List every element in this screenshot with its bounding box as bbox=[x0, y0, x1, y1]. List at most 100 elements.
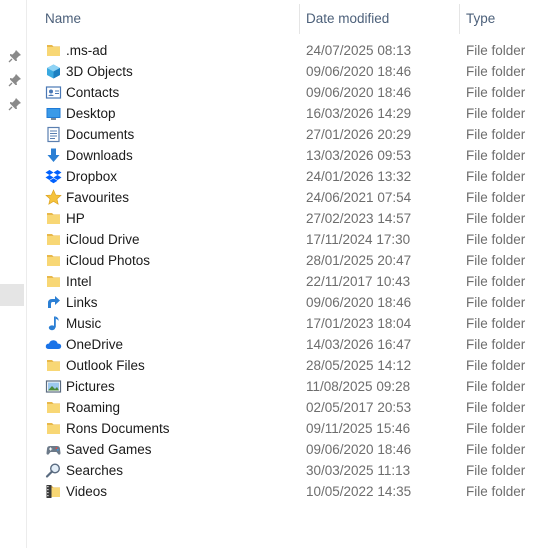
date-modified: 09/06/2020 18:46 bbox=[306, 85, 412, 100]
file-type: File folder bbox=[466, 400, 526, 415]
file-row[interactable]: Rons Documents 09/11/2025 15:46 File folde… bbox=[38, 418, 541, 439]
date-modified: 27/02/2023 14:57 bbox=[306, 211, 412, 226]
file-row[interactable]: Dropbox 24/01/2026 13:32 File folder bbox=[38, 166, 541, 187]
file-type: File folder bbox=[466, 337, 526, 352]
file-type: File folder bbox=[466, 316, 526, 331]
file-row[interactable]: Outlook Files 28/05/2025 14:12 File folder bbox=[38, 355, 541, 376]
file-row[interactable]: Desktop 16/03/2026 14:29 File folder bbox=[38, 103, 541, 124]
date-modified: 09/11/2025 15:46 bbox=[306, 421, 411, 436]
file-type: File folder bbox=[466, 127, 526, 142]
file-row[interactable]: Favourites 24/06/2021 07:54 File folder bbox=[38, 187, 541, 208]
onedrive-icon bbox=[45, 336, 62, 353]
column-divider[interactable] bbox=[459, 4, 460, 34]
desktop-icon bbox=[45, 105, 62, 122]
column-header-type[interactable]: Type bbox=[466, 11, 495, 26]
file-row[interactable]: iCloud Drive 17/11/2024 17:30 File folder bbox=[38, 229, 541, 250]
file-row[interactable]: .ms-ad 24/07/2025 08:13 File folder bbox=[38, 40, 541, 61]
column-header-date-modified[interactable]: Date modified bbox=[306, 11, 389, 26]
file-type: File folder bbox=[466, 211, 526, 226]
file-type: File folder bbox=[466, 148, 526, 163]
file-type: File folder bbox=[466, 253, 526, 268]
file-row[interactable]: Saved Games 09/06/2020 18:46 File folder bbox=[38, 439, 541, 460]
file-row[interactable]: Videos 10/05/2022 14:35 File folder bbox=[38, 481, 541, 502]
file-row[interactable]: 3D Objects 09/06/2020 18:46 File folder bbox=[38, 61, 541, 82]
file-name: Pictures bbox=[66, 379, 115, 394]
file-name: Documents bbox=[66, 127, 135, 142]
folder-icon bbox=[45, 273, 62, 290]
file-name: Links bbox=[66, 295, 98, 310]
file-row[interactable]: iCloud Photos 28/01/2025 20:47 File folder bbox=[38, 250, 541, 271]
search-icon bbox=[45, 462, 62, 479]
date-modified: 09/06/2020 18:46 bbox=[306, 442, 412, 457]
file-row[interactable]: Intel 22/11/2017 10:43 File folder bbox=[38, 271, 541, 292]
date-modified: 22/11/2017 10:43 bbox=[306, 274, 411, 289]
date-modified: 28/01/2025 20:47 bbox=[306, 253, 412, 268]
file-row[interactable]: Pictures 11/08/2025 09:28 File folder bbox=[38, 376, 541, 397]
file-row[interactable]: Downloads 13/03/2026 09:53 File folder bbox=[38, 145, 541, 166]
folder-icon bbox=[45, 399, 62, 416]
file-type: File folder bbox=[466, 379, 526, 394]
music-icon bbox=[45, 315, 62, 332]
file-name: Intel bbox=[66, 274, 92, 289]
date-modified: 11/08/2025 09:28 bbox=[306, 379, 411, 394]
file-name: Music bbox=[66, 316, 102, 331]
date-modified: 09/06/2020 18:46 bbox=[306, 64, 412, 79]
file-name: .ms-ad bbox=[66, 43, 108, 58]
file-type: File folder bbox=[466, 295, 526, 310]
column-divider[interactable] bbox=[299, 4, 300, 34]
pin-icon[interactable] bbox=[8, 49, 22, 63]
file-row[interactable]: HP 27/02/2023 14:57 File folder bbox=[38, 208, 541, 229]
file-name: iCloud Photos bbox=[66, 253, 151, 268]
file-name: HP bbox=[66, 211, 85, 226]
file-row[interactable]: Links 09/06/2020 18:46 File folder bbox=[38, 292, 541, 313]
file-name: Roaming bbox=[66, 400, 121, 415]
date-modified: 14/03/2026 16:47 bbox=[306, 337, 412, 352]
file-name: Contacts bbox=[66, 85, 120, 100]
dropbox-icon bbox=[45, 168, 62, 185]
date-modified: 17/11/2024 17:30 bbox=[306, 232, 411, 247]
folder-icon bbox=[45, 42, 62, 59]
date-modified: 24/06/2021 07:54 bbox=[306, 190, 412, 205]
date-modified: 09/06/2020 18:46 bbox=[306, 295, 412, 310]
folder-icon bbox=[45, 231, 62, 248]
file-type: File folder bbox=[466, 274, 526, 289]
navigation-pane-strip bbox=[0, 0, 27, 548]
file-name: Favourites bbox=[66, 190, 130, 205]
date-modified: 13/03/2026 09:53 bbox=[306, 148, 412, 163]
pin-icon[interactable] bbox=[8, 73, 22, 87]
file-list: .ms-ad 24/07/2025 08:13 File folder 3D Obje… bbox=[38, 40, 541, 502]
file-name: Dropbox bbox=[66, 169, 118, 184]
pictures-icon bbox=[45, 378, 62, 395]
documents-icon bbox=[45, 126, 62, 143]
file-row[interactable]: Music 17/01/2023 18:04 File folder bbox=[38, 313, 541, 334]
file-type: File folder bbox=[466, 106, 526, 121]
file-row[interactable]: Contacts 09/06/2020 18:46 File folder bbox=[38, 82, 541, 103]
file-type: File folder bbox=[466, 64, 526, 79]
file-name: Videos bbox=[66, 484, 108, 499]
file-type: File folder bbox=[466, 442, 526, 457]
file-row[interactable]: Roaming 02/05/2017 20:53 File folder bbox=[38, 397, 541, 418]
file-type: File folder bbox=[466, 463, 526, 478]
file-row[interactable]: Searches 30/03/2025 11:13 File folder bbox=[38, 460, 541, 481]
file-name: 3D Objects bbox=[66, 64, 133, 79]
column-header-name[interactable]: Name bbox=[45, 11, 81, 26]
file-name: Outlook Files bbox=[66, 358, 145, 373]
file-type: File folder bbox=[466, 232, 526, 247]
file-type: File folder bbox=[466, 85, 526, 100]
date-modified: 02/05/2017 20:53 bbox=[306, 400, 412, 415]
folder-icon bbox=[45, 252, 62, 269]
pin-icon[interactable] bbox=[8, 97, 22, 111]
file-name: iCloud Drive bbox=[66, 232, 140, 247]
date-modified: 30/03/2025 11:13 bbox=[306, 463, 411, 478]
date-modified: 27/01/2026 20:29 bbox=[306, 127, 412, 142]
3d-objects-icon bbox=[45, 63, 62, 80]
navigation-pane-selection[interactable] bbox=[0, 284, 24, 306]
videos-icon bbox=[45, 483, 62, 500]
file-type: File folder bbox=[466, 358, 526, 373]
file-row[interactable]: OneDrive 14/03/2026 16:47 File folder bbox=[38, 334, 541, 355]
downloads-icon bbox=[45, 147, 62, 164]
folder-icon bbox=[45, 420, 62, 437]
saved-games-icon bbox=[45, 441, 62, 458]
file-row[interactable]: Documents 27/01/2026 20:29 File folder bbox=[38, 124, 541, 145]
date-modified: 17/01/2023 18:04 bbox=[306, 316, 412, 331]
